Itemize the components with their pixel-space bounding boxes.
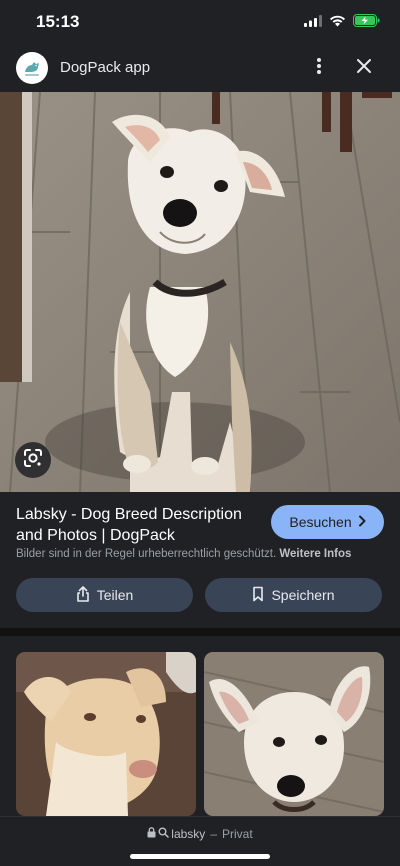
bookmark-icon xyxy=(252,586,264,605)
battery-charging-icon xyxy=(353,14,380,32)
copyright-text: Bilder sind in der Regel urheberrechtlic… xyxy=(16,548,277,560)
address-display[interactable]: labsky – Privat xyxy=(0,827,400,841)
save-button[interactable]: Speichern xyxy=(205,578,382,612)
signal-icon xyxy=(304,14,322,32)
main-image[interactable] xyxy=(0,92,400,492)
search-icon xyxy=(158,827,170,841)
dog-photo xyxy=(0,92,400,492)
visit-button[interactable]: Besuchen xyxy=(271,505,384,539)
share-icon xyxy=(76,585,90,605)
close-button[interactable] xyxy=(350,54,378,82)
related-image-thumbnail[interactable] xyxy=(204,652,384,816)
result-title[interactable]: Labsky - Dog Breed Description and Photo… xyxy=(16,504,266,546)
related-images-grid xyxy=(0,636,400,816)
share-label: Teilen xyxy=(96,587,134,603)
more-options-button[interactable] xyxy=(306,54,332,82)
app-title: DogPack app xyxy=(60,59,151,76)
result-info-panel: Labsky - Dog Breed Description and Photo… xyxy=(0,492,400,628)
app-header: DogPack app xyxy=(0,44,400,92)
lock-icon xyxy=(147,827,156,841)
chevron-right-icon xyxy=(358,514,366,530)
status-time: 15:13 xyxy=(36,12,80,31)
private-mode-label: Privat xyxy=(222,827,253,841)
save-label: Speichern xyxy=(271,587,335,603)
lens-icon xyxy=(23,448,43,473)
search-query: labsky xyxy=(171,827,206,841)
home-indicator[interactable] xyxy=(130,854,270,859)
status-icons xyxy=(304,14,380,32)
status-bar: 15:13 xyxy=(0,0,400,44)
dogpack-logo-icon[interactable] xyxy=(16,52,48,84)
share-button[interactable]: Teilen xyxy=(16,578,193,612)
related-image-thumbnail[interactable] xyxy=(16,652,196,816)
visit-label: Besuchen xyxy=(289,514,352,530)
wifi-icon xyxy=(329,14,346,32)
section-divider xyxy=(0,628,400,636)
copyright-notice: Bilder sind in der Regel urheberrechtlic… xyxy=(16,548,351,560)
close-icon xyxy=(356,58,372,79)
address-separator: – xyxy=(210,827,217,841)
more-info-link[interactable]: Weitere Infos xyxy=(279,548,351,560)
bottom-address-bar[interactable]: labsky – Privat xyxy=(0,816,400,866)
more-vertical-icon xyxy=(316,57,322,80)
lens-search-button[interactable] xyxy=(15,442,51,478)
